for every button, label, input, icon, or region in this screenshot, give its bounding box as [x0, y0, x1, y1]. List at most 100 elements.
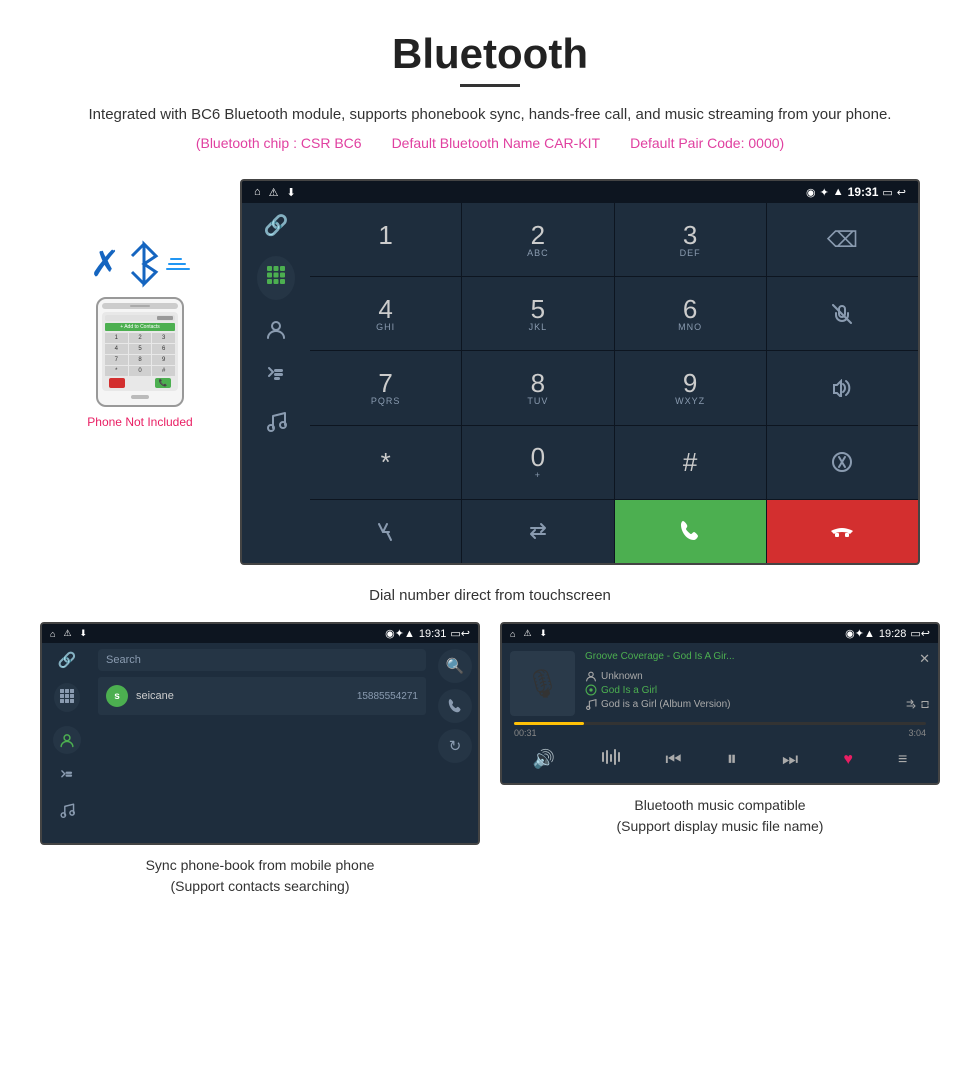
dial-swap[interactable]: [462, 500, 613, 563]
favorite-button[interactable]: ♥: [843, 751, 853, 769]
main-content-row: ✗: [0, 179, 980, 565]
pb-contacts-active-icon[interactable]: [53, 726, 81, 754]
dialer-screen: ⌂ ⚠ ⬇ ◉ ✦ ▲ 19:31 ▭ ↩ 🔗: [240, 179, 920, 565]
pb-refresh-button[interactable]: ↻: [438, 729, 472, 763]
merge-icon: [375, 520, 397, 542]
dial-end-button[interactable]: [767, 500, 918, 563]
dial-key-9[interactable]: 9 WXYZ: [615, 351, 766, 424]
pb-home-icon: ⌂: [50, 629, 55, 639]
transfer-icon: [831, 451, 853, 473]
pb-search-placeholder: Search: [106, 654, 141, 666]
pb-contact-avatar: s: [106, 685, 128, 707]
phone-screen: + Add to Contacts 1 2 3 4 5 6 7 8 9 * 0 …: [102, 312, 178, 391]
dial-key-0[interactable]: 0 +: [462, 426, 613, 499]
song-row: God is a Girl (Album Version): [585, 698, 930, 710]
dial-key-5[interactable]: 5 JKL: [462, 277, 613, 350]
phone-body: + Add to Contacts 1 2 3 4 5 6 7 8 9 * 0 …: [96, 297, 184, 407]
music-caption-line1: Bluetooth music compatible: [634, 797, 805, 813]
playlist-button[interactable]: ≡: [898, 751, 907, 769]
pb-contact-phone: 15885554271: [357, 691, 418, 702]
dial-key-7[interactable]: 7 PQRS: [310, 351, 461, 424]
sidebar-contacts-icon[interactable]: [265, 318, 287, 346]
dial-num-2: 2: [531, 222, 545, 248]
progress-area: 00:31 3:04: [510, 722, 930, 738]
artist-row: Unknown: [585, 670, 930, 682]
phonebook-caption-line1: Sync phone-book from mobile phone: [146, 857, 375, 873]
ms-usb-icon: ⬇: [540, 628, 548, 639]
ms-battery: ▭↩: [910, 627, 930, 640]
artist-name: Unknown: [601, 671, 643, 682]
dial-call-button[interactable]: [615, 500, 766, 563]
dial-mute[interactable]: [767, 277, 918, 350]
phonebook-caption: Sync phone-book from mobile phone (Suppo…: [146, 855, 375, 897]
progress-track[interactable]: [514, 722, 926, 725]
album-art: 🎙: [510, 651, 575, 716]
pb-dialpad-icon[interactable]: [54, 683, 80, 712]
back-icon[interactable]: ↩: [897, 186, 906, 199]
time-total: 3:04: [908, 728, 926, 738]
car-screen-dialer: ⌂ ⚠ ⬇ ◉ ✦ ▲ 19:31 ▭ ↩ 🔗: [240, 179, 920, 565]
user-icon: [585, 670, 597, 682]
end-call-icon: [829, 520, 855, 542]
dial-key-8[interactable]: 8 TUV: [462, 351, 613, 424]
pb-music-icon[interactable]: [59, 802, 75, 822]
sidebar-dialpad-icon[interactable]: [257, 256, 295, 300]
dial-num-1: 1: [378, 222, 392, 248]
next-button[interactable]: ⏭: [782, 749, 798, 770]
pb-call-button[interactable]: [438, 689, 472, 723]
ms-home-icon: ⌂: [510, 629, 515, 639]
music-controls: 🔊 ⏮ ⏸ ⏭ ♥ ≡: [510, 744, 930, 775]
dial-key-star[interactable]: *: [310, 426, 461, 499]
dial-key-2[interactable]: 2 ABC: [462, 203, 613, 276]
bluetooth-signal-container: ✗: [90, 239, 190, 289]
pb-link-icon[interactable]: 🔗: [58, 651, 77, 669]
call-icon: [677, 518, 703, 544]
bluetooth-status-icon: ✦: [820, 186, 829, 199]
dial-key-1[interactable]: 1: [310, 203, 461, 276]
bluetooth-icon: ✗: [90, 243, 120, 285]
album-icon: [585, 684, 597, 696]
ms-status-bar: ⌂ ⚠ ⬇ ◉✦▲ 19:28 ▭↩: [502, 624, 938, 643]
dial-backspace[interactable]: ⌫: [767, 203, 918, 276]
equalizer-button[interactable]: [600, 748, 620, 771]
bluetooth-symbol: [126, 239, 162, 289]
sidebar-link-icon[interactable]: 🔗: [264, 213, 289, 238]
dial-key-6[interactable]: 6 MNO: [615, 277, 766, 350]
close-button[interactable]: ✕: [919, 651, 930, 667]
spec-chip: (Bluetooth chip : CSR BC6: [196, 135, 362, 151]
location-icon: ◉: [806, 186, 816, 199]
music-body: 🎙 Groove Coverage - God Is A Gir... ✕ Un…: [502, 643, 938, 783]
pb-search-box[interactable]: Search: [98, 649, 426, 671]
music-caption-line2: (Support display music file name): [617, 818, 824, 834]
prev-button[interactable]: ⏮: [665, 749, 681, 770]
ms-time: 19:28: [879, 628, 907, 640]
warning-icon: ⚠: [269, 186, 279, 199]
phonebook-card: ⌂ ⚠ ⬇ ◉✦▲ 19:31 ▭↩ 🔗: [40, 622, 480, 897]
dial-key-3[interactable]: 3 DEF: [615, 203, 766, 276]
progress-fill: [514, 722, 584, 725]
dial-volume[interactable]: [767, 351, 918, 424]
signal-icon: ▲: [833, 186, 844, 198]
music-card: ⌂ ⚠ ⬇ ◉✦▲ 19:28 ▭↩ 🎙: [500, 622, 940, 897]
song-title: God is a Girl (Album Version): [601, 699, 731, 710]
dial-transfer[interactable]: [767, 426, 918, 499]
dial-key-4[interactable]: 4 GHI: [310, 277, 461, 350]
music-top: 🎙 Groove Coverage - God Is A Gir... ✕ Un…: [510, 651, 930, 716]
bottom-screenshots: ⌂ ⚠ ⬇ ◉✦▲ 19:31 ▭↩ 🔗: [0, 622, 980, 897]
pb-contact-name: seicane: [136, 690, 349, 702]
pb-recent-icon[interactable]: [59, 768, 75, 788]
pb-search-button[interactable]: 🔍: [438, 649, 472, 683]
shuffle-icon: [906, 699, 916, 709]
repeat-icon: [920, 699, 930, 709]
signal-waves: [168, 258, 190, 270]
dial-merge[interactable]: [310, 500, 461, 563]
music-caption: Bluetooth music compatible (Support disp…: [617, 795, 824, 837]
volume-control[interactable]: 🔊: [533, 749, 555, 770]
mute-icon: [832, 304, 852, 324]
dial-key-hash[interactable]: #: [615, 426, 766, 499]
album-row: God Is a Girl: [585, 684, 930, 696]
sidebar-recent-icon[interactable]: [265, 364, 287, 392]
page-subtitle: Integrated with BC6 Bluetooth module, su…: [60, 103, 920, 127]
play-pause-button[interactable]: ⏸: [727, 748, 737, 771]
sidebar-music-icon[interactable]: [265, 410, 287, 438]
